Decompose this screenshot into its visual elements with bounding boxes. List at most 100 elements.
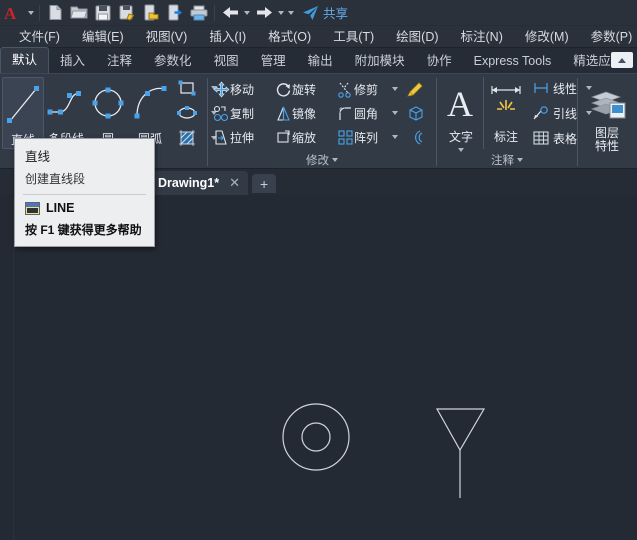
tooltip-help: 按 F1 键获得更多帮助 bbox=[25, 223, 142, 237]
ribbon-tab-home[interactable]: 默认 bbox=[0, 47, 50, 73]
menu-item-format[interactable]: 格式(O) bbox=[257, 26, 322, 48]
match-properties-icon[interactable] bbox=[406, 80, 424, 98]
annotation-text-label: 文字 bbox=[448, 130, 473, 144]
fillet-icon[interactable] bbox=[336, 104, 354, 122]
leader-icon bbox=[532, 104, 550, 122]
polyline-icon bbox=[44, 80, 88, 128]
ribbon-tab-express-tools[interactable]: Express Tools bbox=[463, 49, 563, 73]
menu-item-edit[interactable]: 编辑(E) bbox=[71, 26, 135, 48]
trim-chevron-down-icon[interactable] bbox=[392, 87, 398, 91]
menu-item-draw[interactable]: 绘图(D) bbox=[385, 26, 449, 48]
modify-array-label[interactable]: 阵列 bbox=[354, 129, 392, 146]
modify-rotate-label[interactable]: 旋转 bbox=[292, 81, 332, 98]
workspace-chevron-down-icon[interactable] bbox=[26, 1, 36, 25]
plot-icon[interactable] bbox=[187, 1, 211, 25]
open-from-web-icon[interactable] bbox=[139, 1, 163, 25]
annotation-panel-chevron-down-icon[interactable] bbox=[517, 158, 523, 162]
entity-circle-inner bbox=[301, 422, 331, 452]
modify-fillet-label[interactable]: 圆角 bbox=[354, 105, 392, 122]
ribbon-tab-insert[interactable]: 插入 bbox=[49, 49, 96, 73]
save-as-icon[interactable] bbox=[115, 1, 139, 25]
array-chevron-down-icon[interactable] bbox=[392, 135, 398, 139]
ribbon-tab-view[interactable]: 视图 bbox=[203, 49, 250, 73]
modify-trim-label[interactable]: 修剪 bbox=[354, 81, 392, 98]
ribbon-panel-modify: 移动 旋转 修剪 复制 镜像 圆角 拉伸 缩放 阵列 修改 bbox=[208, 74, 436, 168]
undo-chevron-down-icon[interactable] bbox=[242, 1, 252, 25]
trim-icon[interactable] bbox=[336, 80, 354, 98]
ribbon-tab-manage[interactable]: 管理 bbox=[250, 49, 297, 73]
array-3d-icon[interactable] bbox=[406, 104, 424, 122]
menu-item-insert[interactable]: 插入(I) bbox=[198, 26, 257, 48]
menu-item-modify[interactable]: 修改(M) bbox=[514, 26, 580, 48]
layer-properties-icon bbox=[586, 89, 628, 126]
arc-icon bbox=[128, 80, 172, 128]
minimize-ribbon-icon[interactable] bbox=[611, 52, 633, 68]
line-tool-tooltip: 直线 创建直线段 LINE 按 F1 键获得更多帮助 bbox=[14, 138, 155, 247]
line-command-icon bbox=[25, 201, 40, 215]
modify-panel-title: 修改 bbox=[306, 155, 329, 167]
text-icon: A bbox=[439, 80, 483, 126]
array-icon[interactable] bbox=[336, 128, 354, 146]
entity-circle-outer bbox=[282, 403, 350, 471]
modify-copy-label[interactable]: 复制 bbox=[230, 105, 270, 122]
stretch-icon[interactable] bbox=[212, 128, 230, 146]
document-tab-drawing1[interactable]: Drawing1* ✕ bbox=[148, 171, 249, 195]
linear-dimension-icon bbox=[532, 79, 550, 97]
ribbon-tab-bar: 默认 插入 注释 参数化 视图 管理 输出 附加模块 协作 Express To… bbox=[0, 47, 637, 74]
copy-icon[interactable] bbox=[212, 104, 230, 122]
move-icon[interactable] bbox=[212, 80, 230, 98]
ribbon-panel-layers[interactable]: 图层 特性 bbox=[578, 74, 636, 168]
scale-icon[interactable] bbox=[274, 128, 292, 146]
new-drawing-tab-button[interactable]: + bbox=[252, 174, 277, 193]
ribbon-tab-parametric[interactable]: 参数化 bbox=[143, 49, 203, 73]
new-drawing-plus-icon: + bbox=[259, 175, 269, 192]
rotate-icon[interactable] bbox=[274, 80, 292, 98]
modify-scale-label[interactable]: 缩放 bbox=[292, 129, 332, 146]
undo-icon[interactable] bbox=[218, 1, 242, 25]
annotation-panel-title-row: 注释 bbox=[437, 152, 577, 168]
ribbon-tab-output[interactable]: 输出 bbox=[297, 49, 344, 73]
ribbon-panel-annotation: A 文字 标注 线性 引线 表格 注释 bbox=[437, 74, 593, 168]
menu-item-tools[interactable]: 工具(T) bbox=[322, 26, 385, 48]
autocad-A-logo-icon[interactable]: A bbox=[2, 1, 26, 25]
annotation-dimension-button[interactable]: 标注 bbox=[483, 77, 528, 149]
drawing-canvas[interactable]: [-][俯视][二维线框] bbox=[0, 197, 637, 540]
ribbon-tab-collaborate[interactable]: 协作 bbox=[416, 49, 463, 73]
save-to-web-icon[interactable] bbox=[163, 1, 187, 25]
entity-funnel bbox=[435, 408, 486, 452]
redo-icon[interactable] bbox=[252, 1, 276, 25]
new-file-icon[interactable] bbox=[43, 1, 67, 25]
redo-chevron-down-icon[interactable] bbox=[276, 1, 286, 25]
tooltip-command-row: LINE bbox=[15, 201, 154, 215]
qat-customize-chevron-icon[interactable] bbox=[286, 1, 296, 25]
fillet-chevron-down-icon[interactable] bbox=[392, 111, 398, 115]
menu-bar: 文件(F) 编辑(E) 视图(V) 插入(I) 格式(O) 工具(T) 绘图(D… bbox=[0, 26, 637, 48]
document-tab-label: Drawing1* bbox=[158, 176, 220, 190]
offset-icon[interactable] bbox=[406, 128, 424, 146]
modify-stretch-label[interactable]: 拉伸 bbox=[230, 129, 270, 146]
mirror-icon[interactable] bbox=[274, 104, 292, 122]
ribbon-tab-addins[interactable]: 附加模块 bbox=[344, 49, 416, 73]
ribbon-tab-annotate[interactable]: 注释 bbox=[96, 49, 143, 73]
annotation-dimension-label: 标注 bbox=[493, 130, 518, 144]
annotation-table-label: 表格 bbox=[553, 131, 578, 146]
modify-panel-chevron-down-icon[interactable] bbox=[332, 158, 338, 162]
drawing-geometry bbox=[282, 403, 486, 498]
menu-item-file[interactable]: 文件(F) bbox=[8, 26, 71, 48]
modify-move-label[interactable]: 移动 bbox=[230, 81, 270, 98]
annotation-panel-title: 注释 bbox=[491, 155, 514, 167]
table-icon bbox=[532, 129, 550, 147]
open-file-icon[interactable] bbox=[67, 1, 91, 25]
menu-item-view[interactable]: 视图(V) bbox=[135, 26, 199, 48]
menu-item-parametric[interactable]: 参数(P) bbox=[580, 26, 637, 48]
close-icon[interactable]: ✕ bbox=[229, 175, 240, 191]
save-icon[interactable] bbox=[91, 1, 115, 25]
ellipse-icon bbox=[176, 102, 198, 124]
menu-item-dimension[interactable]: 标注(N) bbox=[450, 26, 514, 48]
share-label: 共享 bbox=[323, 7, 349, 21]
svg-text:A: A bbox=[447, 84, 473, 124]
modify-mirror-label[interactable]: 镜像 bbox=[292, 105, 332, 122]
share-button[interactable]: 共享 bbox=[302, 3, 348, 22]
drawn-entities bbox=[282, 403, 486, 498]
annotation-text-button[interactable]: A 文字 bbox=[439, 77, 483, 152]
